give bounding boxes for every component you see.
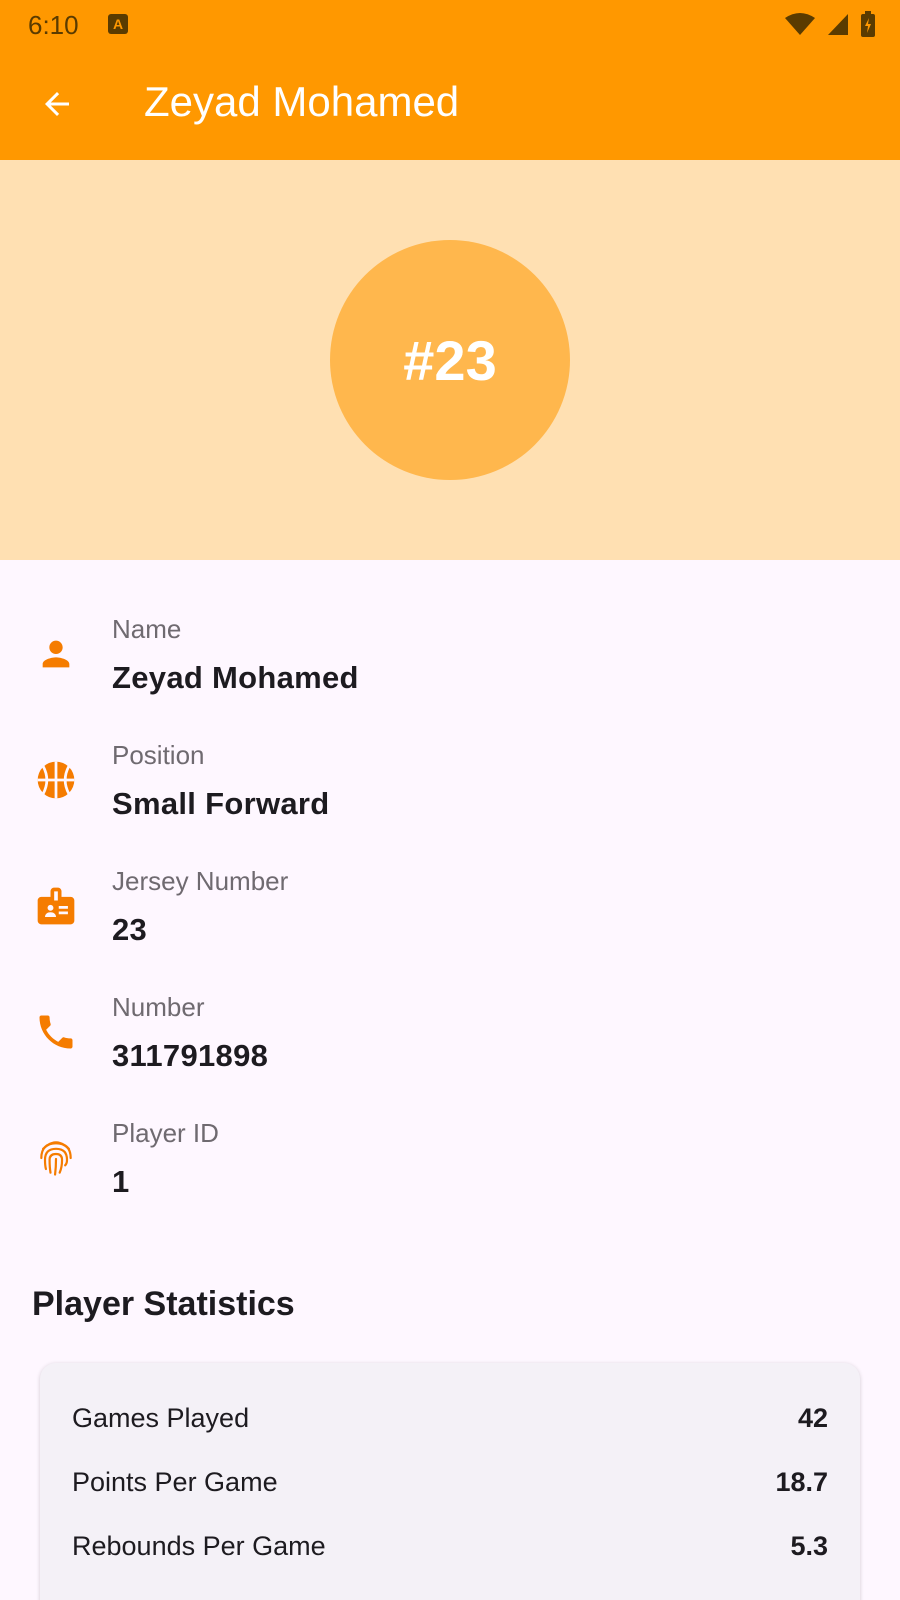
jersey-badge-text: #23 [403, 328, 497, 392]
player-header-banner: #23 [0, 160, 900, 560]
stat-row-rebounds-per-game: Rebounds Per Game 5.3 [40, 1521, 860, 1585]
stat-value: 18.7 [775, 1467, 828, 1497]
detail-value: 311791898 [112, 1038, 269, 1073]
fingerprint-icon [32, 1134, 80, 1182]
detail-row-phone-number: Number 311791898 [0, 978, 900, 1104]
detail-row-name: Name Zeyad Mohamed [0, 600, 900, 726]
detail-row-player-id: Player ID 1 [0, 1104, 900, 1230]
stat-label: Games Played [72, 1403, 250, 1433]
wifi-icon [785, 13, 815, 35]
person-icon [32, 630, 80, 678]
app-bar: Zeyad Mohamed [0, 48, 900, 160]
battery-icon [861, 11, 875, 37]
stat-row-points-per-game: Points Per Game 18.7 [40, 1457, 860, 1521]
detail-value: Zeyad Mohamed [112, 660, 359, 695]
status-indicators [784, 10, 876, 38]
stat-label: Points Per Game [72, 1467, 278, 1497]
stat-value: 42 [797, 1403, 828, 1433]
back-button[interactable] [30, 77, 84, 131]
stat-value: 5.3 [790, 1531, 828, 1561]
detail-label: Name [112, 614, 182, 644]
player-detail-screen: 6:10 A Zeyad Mohamed #23 Name Zeyad Moha… [0, 0, 900, 1600]
detail-label: Number [112, 992, 205, 1022]
stat-row-games-played: Games Played 42 [40, 1393, 860, 1457]
stats-card: Games Played 42 Points Per Game 18.7 Reb… [40, 1363, 860, 1600]
basketball-icon [32, 756, 80, 804]
jersey-avatar: #23 [330, 240, 570, 480]
status-time: 6:10 [28, 10, 79, 40]
detail-value: 23 [112, 912, 148, 947]
detail-label: Jersey Number [112, 866, 289, 896]
detail-row-position: Position Small Forward [0, 726, 900, 852]
stats-section-title: Player Statistics [32, 1285, 295, 1323]
cellular-signal-icon [828, 14, 848, 35]
detail-label: Position [112, 740, 205, 770]
phone-icon [32, 1008, 80, 1056]
arrow-back-icon [45, 92, 69, 116]
player-details-list: Name Zeyad Mohamed Position Small Forwar… [0, 600, 900, 1230]
app-notification-icon: A [108, 14, 128, 34]
badge-icon [32, 882, 80, 930]
detail-label: Player ID [112, 1118, 219, 1148]
detail-value: 1 [112, 1164, 130, 1199]
stat-label: Rebounds Per Game [72, 1531, 326, 1561]
page-title: Zeyad Mohamed [144, 78, 460, 125]
detail-value: Small Forward [112, 786, 330, 821]
detail-row-jersey-number: Jersey Number 23 [0, 852, 900, 978]
status-bar: 6:10 A [0, 0, 900, 48]
